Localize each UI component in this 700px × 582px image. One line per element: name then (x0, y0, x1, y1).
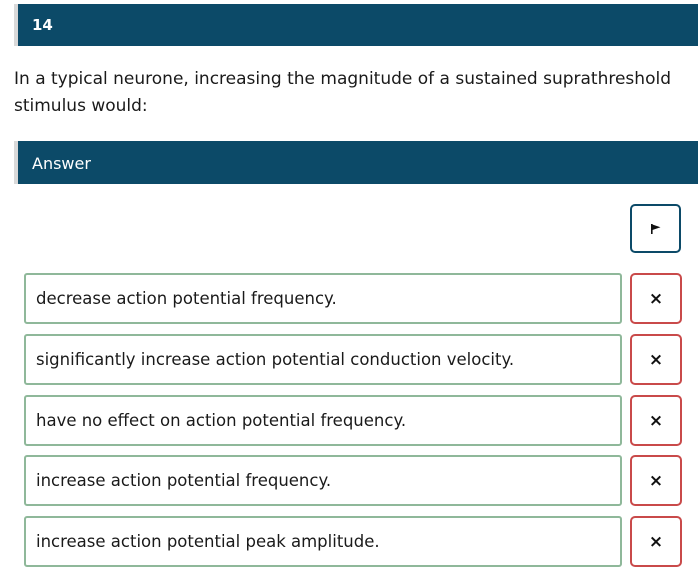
answer-label: Answer (32, 154, 91, 173)
close-icon: × (648, 349, 664, 370)
answer-option-2: significantly increase action potential … (24, 334, 682, 385)
option-text-box[interactable]: significantly increase action potential … (24, 334, 622, 385)
answer-option-1: decrease action potential frequency. × (24, 273, 682, 324)
option-text-box[interactable]: increase action potential frequency. (24, 455, 622, 506)
eliminate-option-button[interactable]: × (630, 395, 682, 446)
close-icon: × (648, 470, 664, 491)
option-text-box[interactable]: have no effect on action potential frequ… (24, 395, 622, 446)
option-text-box[interactable]: decrease action potential frequency. (24, 273, 622, 324)
option-text-box[interactable]: increase action potential peak amplitude… (24, 516, 622, 567)
answer-option-5: increase action potential peak amplitude… (24, 516, 682, 567)
answer-option-4: increase action potential frequency. × (24, 455, 682, 506)
eliminate-option-button[interactable]: × (630, 334, 682, 385)
question-text: In a typical neurone, increasing the mag… (14, 69, 671, 116)
close-icon: × (648, 410, 664, 431)
close-icon: × (648, 531, 664, 552)
answer-header: Answer (14, 141, 698, 184)
eliminate-option-button[interactable]: × (630, 273, 682, 324)
close-icon: × (648, 288, 664, 309)
flag-button[interactable] (630, 204, 681, 253)
question-header: 14 (14, 4, 698, 46)
eliminate-option-button[interactable]: × (630, 516, 682, 567)
flag-icon (650, 223, 660, 234)
quiz-page: 14 In a typical neurone, increasing the … (0, 0, 700, 582)
answer-option-3: have no effect on action potential frequ… (24, 395, 682, 446)
question-number: 14 (32, 16, 53, 34)
eliminate-option-button[interactable]: × (630, 455, 682, 506)
